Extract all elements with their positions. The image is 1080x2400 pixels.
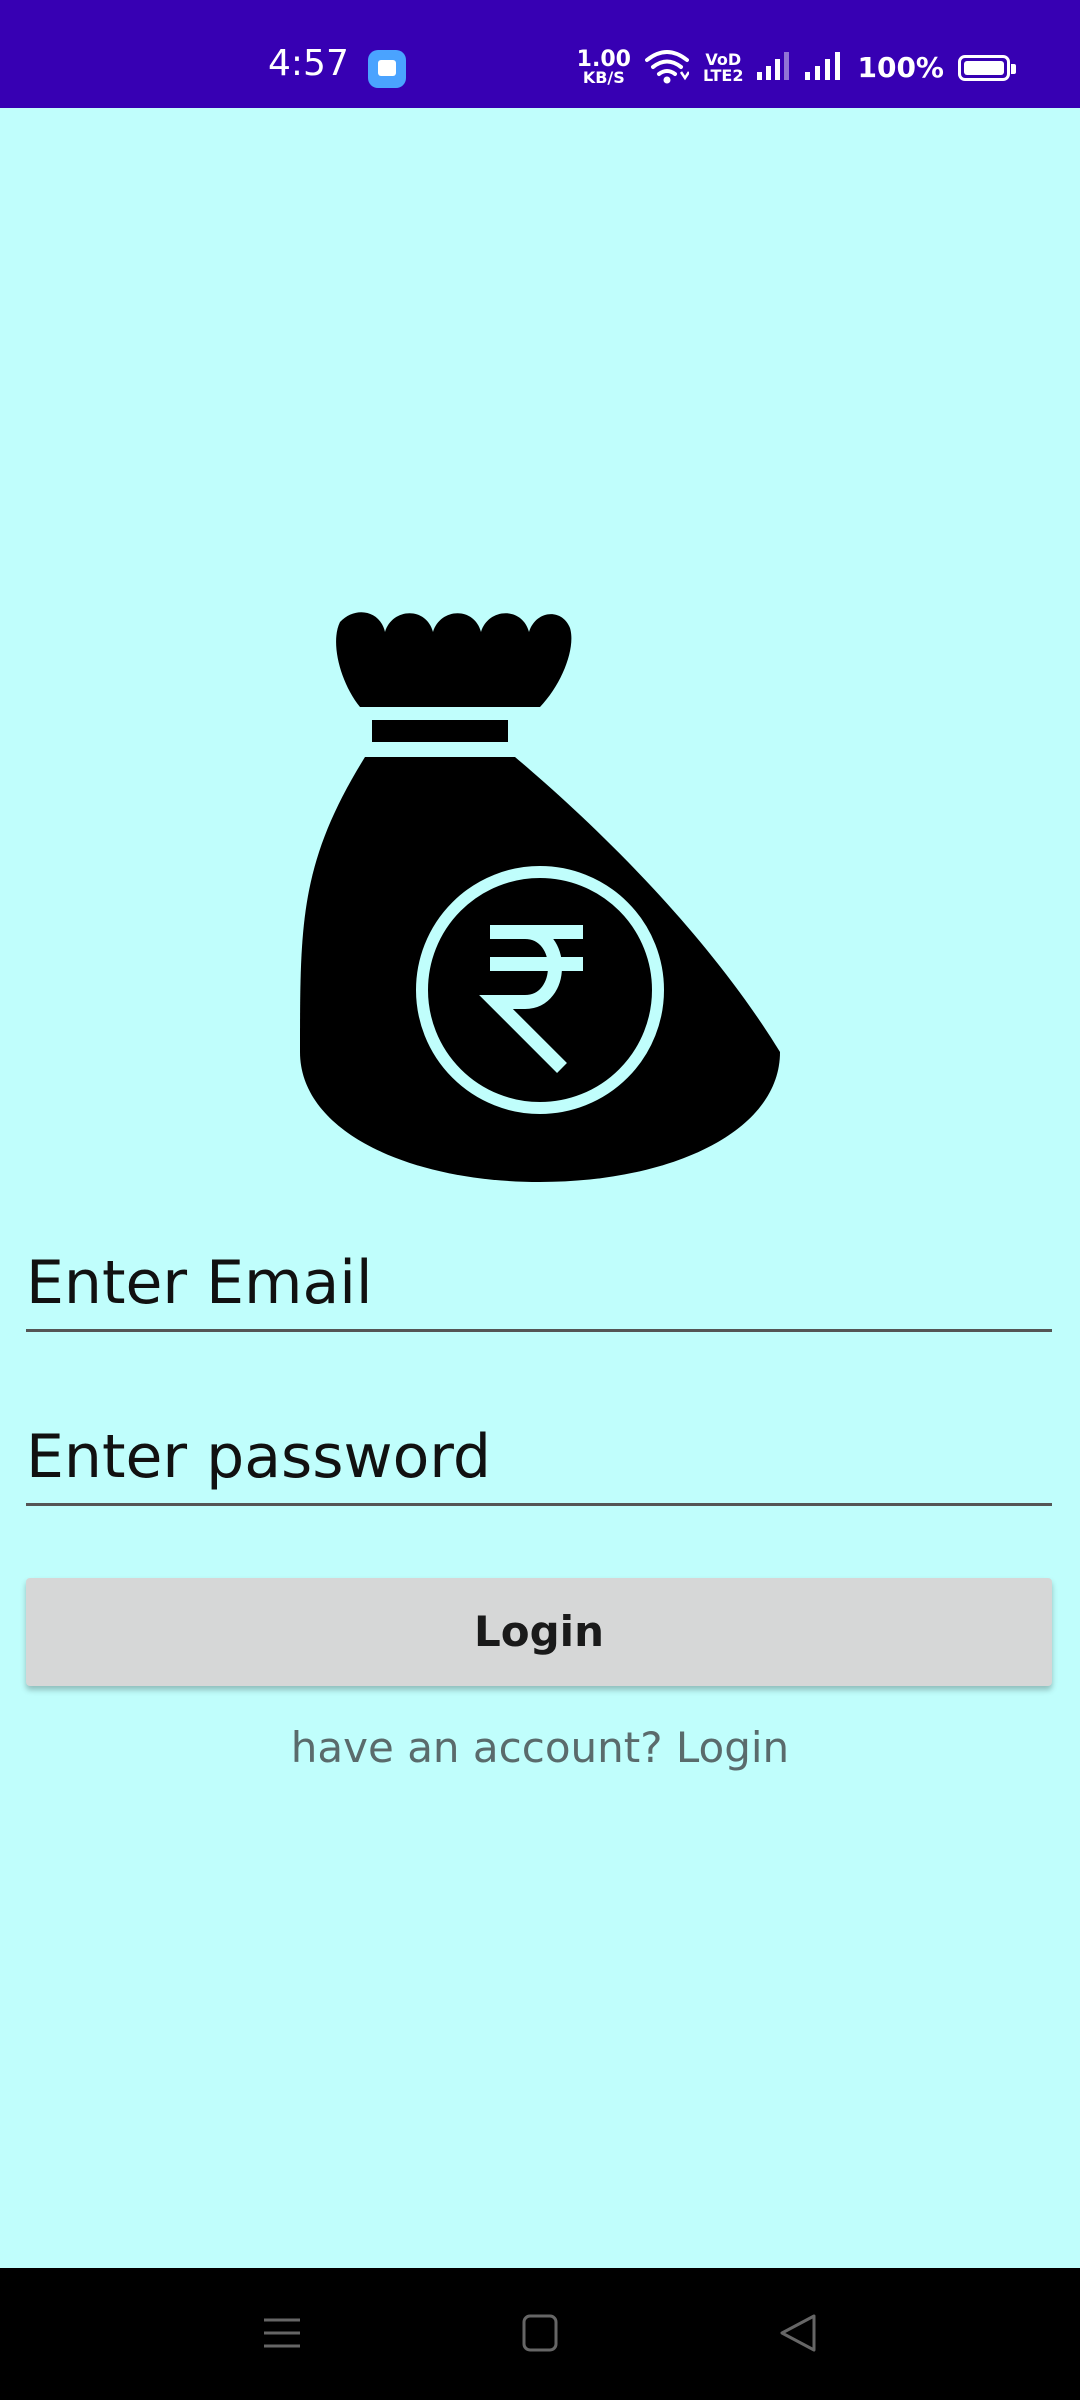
signal-strength-icon [757, 50, 791, 86]
back-triangle-icon[interactable] [758, 2298, 838, 2368]
home-square-icon[interactable] [500, 2298, 580, 2368]
battery-percent: 100% [857, 51, 944, 84]
battery-icon [958, 55, 1016, 81]
wifi-icon [644, 48, 690, 88]
status-indicators: 1.00 KB/S VoD LTE2 100% [576, 47, 1016, 88]
menu-icon[interactable] [242, 2298, 322, 2368]
status-time: 4:57 [268, 43, 349, 84]
volte-bottom-text: LTE2 [702, 66, 744, 85]
navigation-bar [0, 2268, 1080, 2400]
status-bar: 4:57 1.00 KB/S VoD LTE2 100% [0, 0, 1080, 108]
email-input[interactable] [26, 1236, 1052, 1332]
app-notification-icon [368, 50, 406, 88]
login-button[interactable]: Login [26, 1578, 1052, 1686]
network-speed: 1.00 KB/S [576, 47, 631, 87]
password-input[interactable] [26, 1410, 1052, 1506]
signal-strength-icon-2 [805, 50, 843, 86]
network-speed-unit: KB/S [582, 68, 625, 87]
volte-indicator: VoD LTE2 [703, 52, 744, 84]
have-account-login-link[interactable]: have an account? Login [0, 1720, 1080, 1776]
money-bag-rupee-icon [300, 612, 780, 1182]
network-speed-value: 1.00 [576, 47, 631, 72]
